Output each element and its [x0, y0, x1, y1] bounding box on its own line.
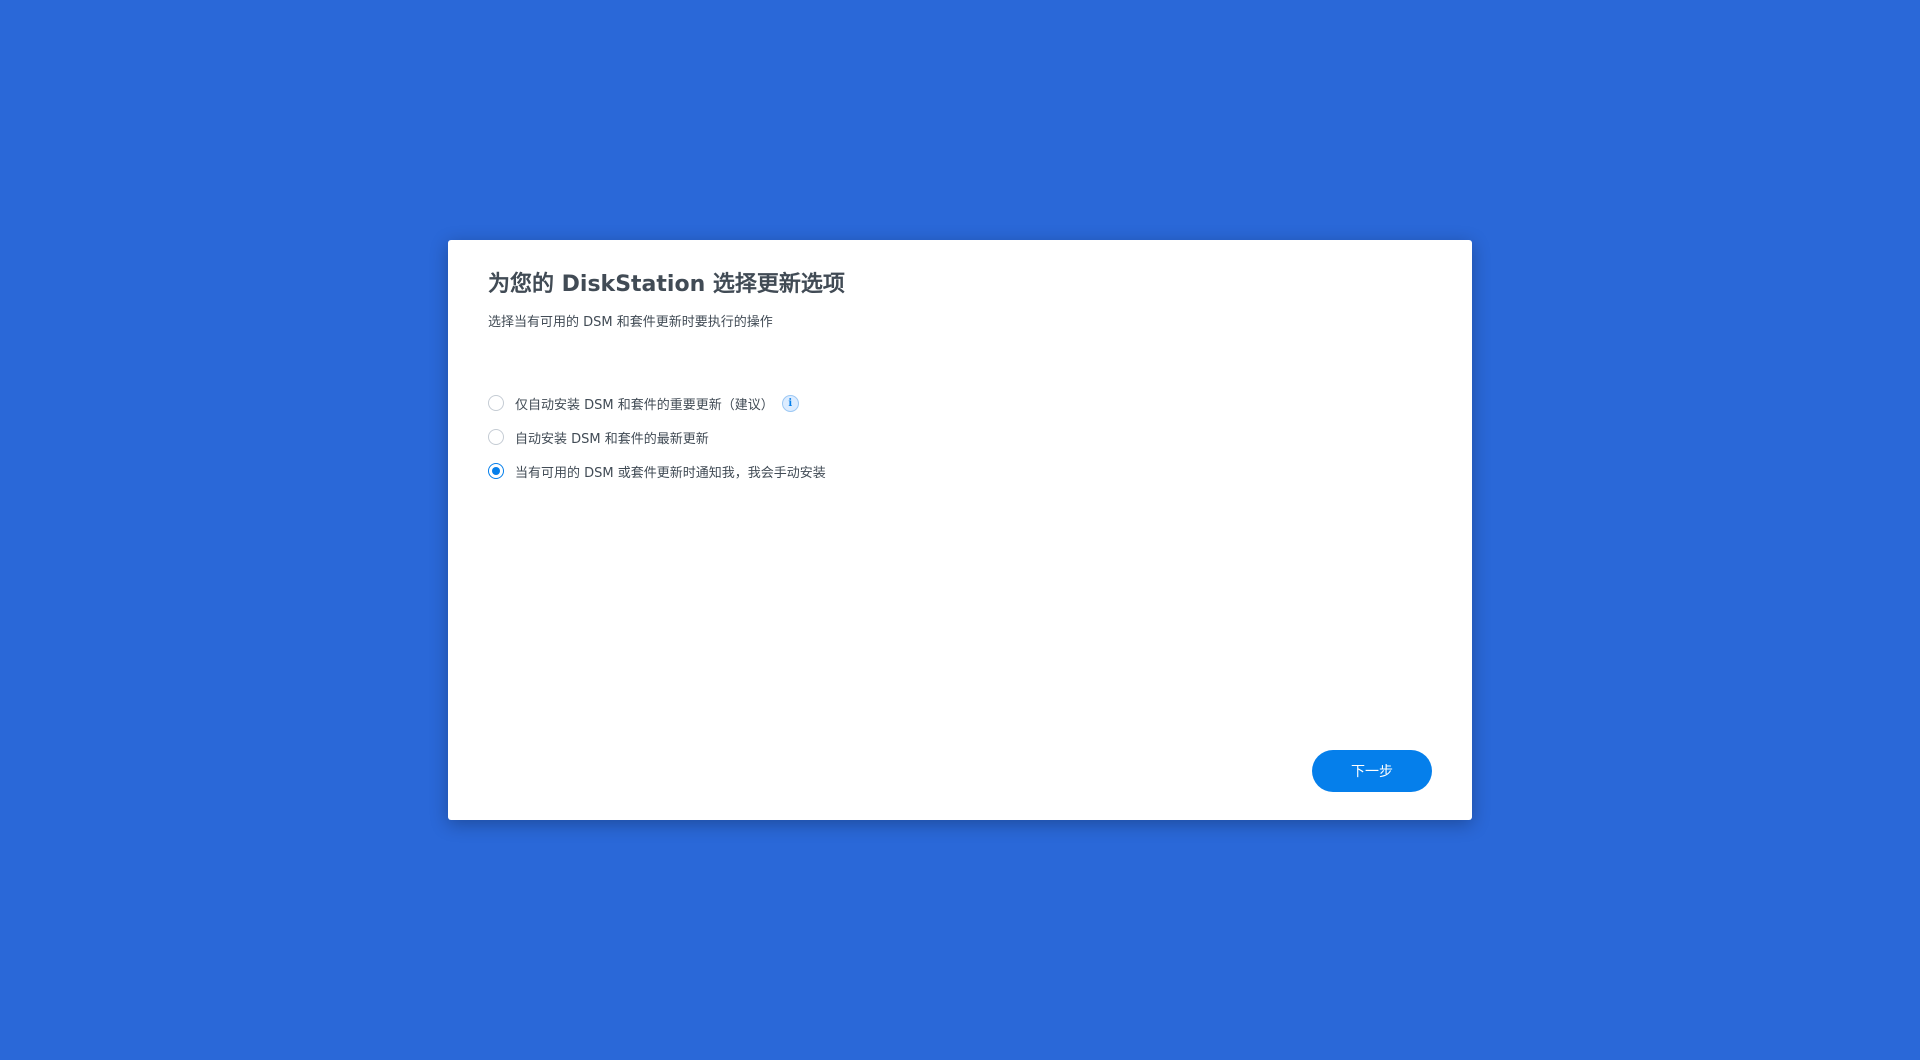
- option-notify-manual[interactable]: 当有可用的 DSM 或套件更新时通知我，我会手动安装: [488, 454, 1388, 488]
- radio-latest-updates[interactable]: [488, 429, 504, 445]
- dialog-subtitle: 选择当有可用的 DSM 和套件更新时要执行的操作: [488, 315, 773, 330]
- option-important-updates[interactable]: 仅自动安装 DSM 和套件的重要更新（建议） i: [488, 386, 1388, 420]
- radio-notify-manual[interactable]: [488, 463, 504, 479]
- update-options-dialog: 为您的 DiskStation 选择更新选项 选择当有可用的 DSM 和套件更新…: [448, 240, 1472, 820]
- radio-important-updates[interactable]: [488, 395, 504, 411]
- option-label[interactable]: 当有可用的 DSM 或套件更新时通知我，我会手动安装: [515, 462, 826, 481]
- next-button[interactable]: 下一步: [1312, 750, 1432, 792]
- option-latest-updates[interactable]: 自动安装 DSM 和套件的最新更新: [488, 420, 1388, 454]
- option-label[interactable]: 仅自动安装 DSM 和套件的重要更新（建议）: [515, 394, 774, 413]
- dialog-title: 为您的 DiskStation 选择更新选项: [488, 272, 845, 297]
- option-label[interactable]: 自动安装 DSM 和套件的最新更新: [515, 428, 709, 447]
- update-options-radio-group: 仅自动安装 DSM 和套件的重要更新（建议） i 自动安装 DSM 和套件的最新…: [488, 386, 1388, 488]
- info-icon[interactable]: i: [781, 394, 799, 412]
